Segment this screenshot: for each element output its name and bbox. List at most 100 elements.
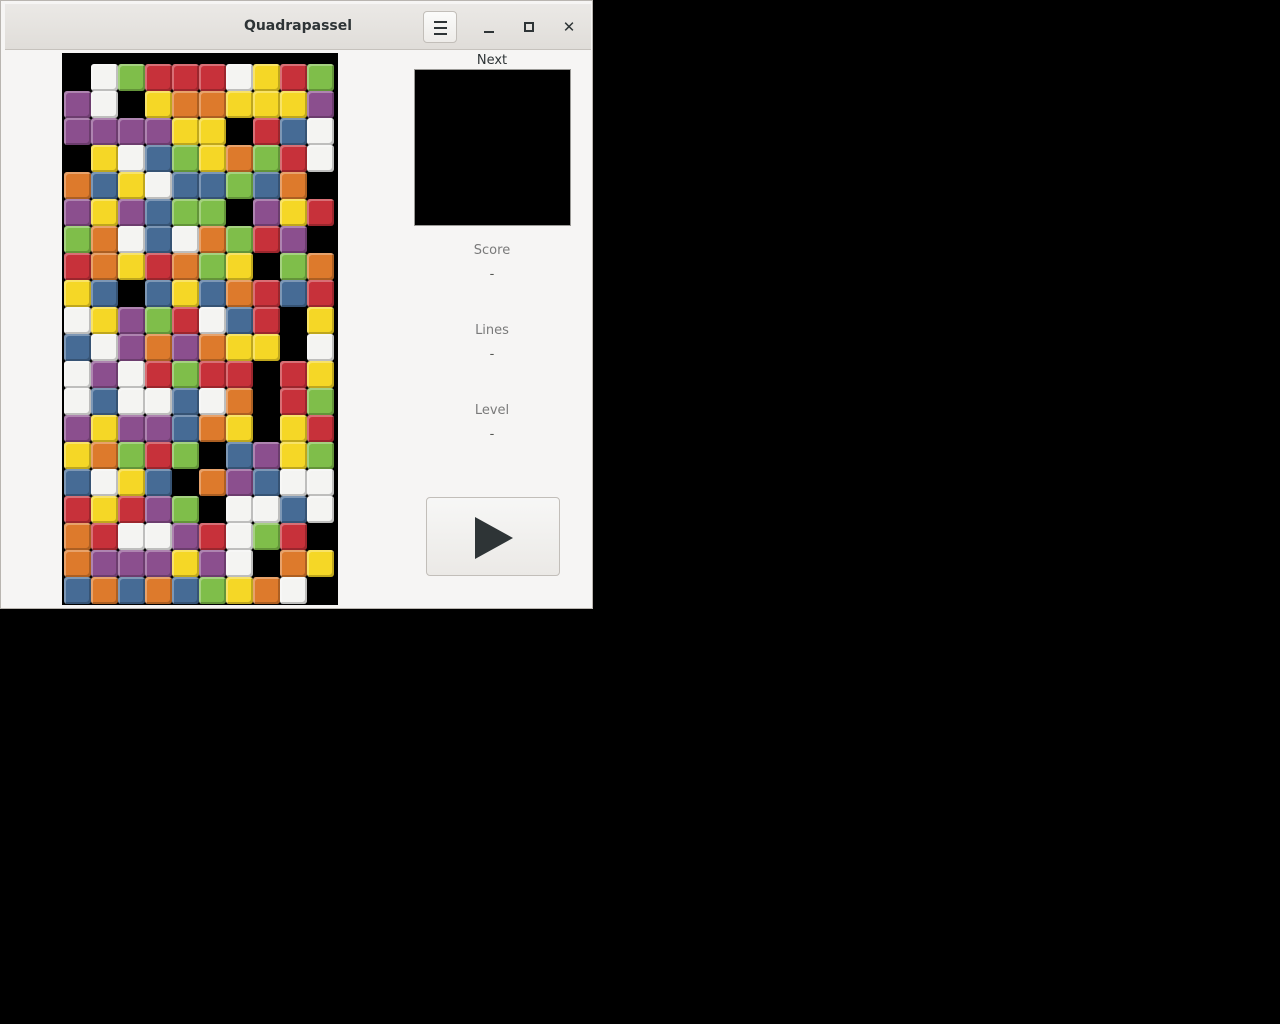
board-block: [199, 577, 226, 604]
board-block: [307, 64, 334, 91]
board-block: [172, 145, 199, 172]
board-block: [118, 64, 145, 91]
board-block: [199, 469, 226, 496]
board-block: [280, 91, 307, 118]
board-block: [64, 199, 91, 226]
board-block: [199, 361, 226, 388]
board-block: [172, 307, 199, 334]
board-block: [64, 361, 91, 388]
board-block: [91, 280, 118, 307]
board-block: [91, 388, 118, 415]
board-block: [226, 226, 253, 253]
board-block: [253, 172, 280, 199]
board-block: [172, 226, 199, 253]
board-block: [64, 91, 91, 118]
board-block: [118, 172, 145, 199]
board-block: [145, 226, 172, 253]
board-block: [172, 361, 199, 388]
board-block: [280, 145, 307, 172]
board-block: [226, 577, 253, 604]
maximize-button[interactable]: [518, 16, 540, 38]
board-block: [199, 253, 226, 280]
board-block: [307, 550, 334, 577]
board-block: [226, 469, 253, 496]
board-block: [91, 577, 118, 604]
board-block: [253, 577, 280, 604]
board-block: [307, 388, 334, 415]
hamburger-menu-icon-bar: [434, 27, 447, 29]
board-block: [118, 550, 145, 577]
board-block: [118, 442, 145, 469]
board-block: [307, 145, 334, 172]
board-block: [64, 307, 91, 334]
board-block: [64, 334, 91, 361]
board-block: [199, 64, 226, 91]
board-block: [253, 145, 280, 172]
board-block: [91, 199, 118, 226]
board-block: [253, 442, 280, 469]
board-block: [64, 253, 91, 280]
board-block: [118, 145, 145, 172]
board-block: [172, 415, 199, 442]
board-block: [307, 469, 334, 496]
board-block: [145, 523, 172, 550]
minimize-icon: [484, 31, 494, 33]
board-block: [145, 145, 172, 172]
board-block: [199, 91, 226, 118]
board-block: [172, 442, 199, 469]
board-block: [172, 577, 199, 604]
board-block: [64, 172, 91, 199]
board-block: [199, 145, 226, 172]
board-block: [226, 91, 253, 118]
board-block: [172, 280, 199, 307]
board-block: [280, 496, 307, 523]
board-block: [226, 415, 253, 442]
board-block: [280, 388, 307, 415]
title-bar[interactable]: Quadrapassel ✕: [5, 4, 591, 50]
board-block: [280, 172, 307, 199]
close-button[interactable]: ✕: [558, 16, 580, 38]
board-block: [145, 496, 172, 523]
board-block: [64, 280, 91, 307]
board-block: [91, 469, 118, 496]
board-block: [307, 253, 334, 280]
board-block: [64, 550, 91, 577]
game-board[interactable]: [62, 53, 338, 605]
board-block: [91, 523, 118, 550]
board-block: [64, 442, 91, 469]
board-block: [280, 523, 307, 550]
app-window: Quadrapassel ✕ Next Score - Lines - Leve…: [0, 0, 593, 609]
board-block: [253, 118, 280, 145]
board-block: [145, 415, 172, 442]
score-label: Score: [473, 243, 511, 258]
board-block: [199, 334, 226, 361]
minimize-button[interactable]: [478, 16, 500, 38]
play-button[interactable]: [426, 497, 560, 576]
board-block: [145, 442, 172, 469]
board-block: [118, 361, 145, 388]
board-block: [91, 118, 118, 145]
board-block: [145, 577, 172, 604]
board-block: [280, 550, 307, 577]
board-block: [64, 118, 91, 145]
board-block: [199, 118, 226, 145]
game-area: Next Score - Lines - Level -: [5, 50, 591, 606]
board-block: [226, 388, 253, 415]
board-block: [172, 496, 199, 523]
board-block: [145, 361, 172, 388]
board-block: [118, 415, 145, 442]
menu-button[interactable]: [423, 11, 457, 43]
board-block: [199, 550, 226, 577]
board-block: [307, 361, 334, 388]
board-block: [145, 172, 172, 199]
board-block: [91, 307, 118, 334]
board-block: [145, 64, 172, 91]
board-block: [307, 307, 334, 334]
board-block: [145, 91, 172, 118]
board-block: [307, 334, 334, 361]
board-block: [226, 64, 253, 91]
board-block: [280, 118, 307, 145]
board-block: [91, 253, 118, 280]
board-block: [307, 118, 334, 145]
board-block: [172, 91, 199, 118]
